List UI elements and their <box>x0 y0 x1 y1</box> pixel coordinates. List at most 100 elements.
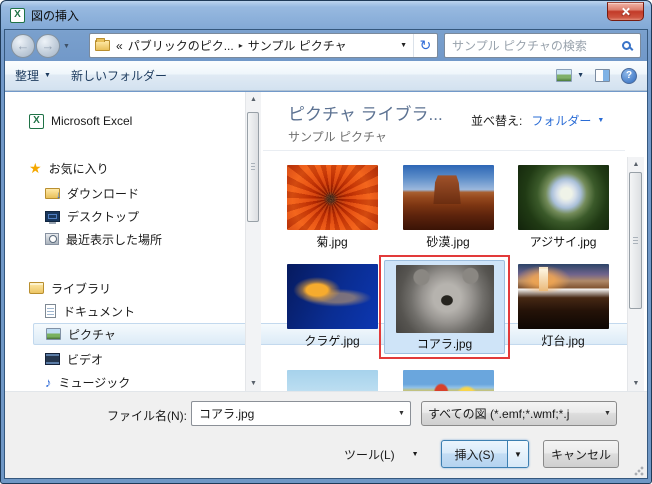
file-name-label: クラゲ.jpg <box>304 334 360 348</box>
search-input[interactable]: サンプル ピクチャの検索 <box>444 33 641 58</box>
views-icon <box>556 69 573 82</box>
combo-dropdown-icon[interactable]: ▼ <box>599 410 616 417</box>
sort-row: 並べ替え: フォルダー ▼ <box>471 112 604 129</box>
thumbnail-desert <box>402 165 494 230</box>
thumbnail-penguins <box>286 370 378 391</box>
file-name-label: アジサイ.jpg <box>529 235 597 249</box>
download-folder-icon <box>45 187 61 201</box>
window-title: 図の挿入 <box>31 9 80 23</box>
new-folder-label: 新しいフォルダー <box>70 69 167 83</box>
document-icon <box>45 304 56 318</box>
music-note-icon <box>45 376 52 389</box>
scroll-up-icon[interactable]: ▲ <box>628 157 644 172</box>
nav-history-chevron-icon[interactable]: ▼ <box>63 43 70 50</box>
views-button[interactable]: ▼ <box>556 69 584 82</box>
scrollbar-thumb[interactable] <box>629 172 642 309</box>
dialog-body: Microsoft Excel お気に入り ダウンロード デスクトップ 最近表示… <box>5 92 647 391</box>
views-caret-icon: ▼ <box>577 72 584 79</box>
sort-label: 並べ替え: <box>471 114 523 128</box>
insert-dropdown-icon[interactable]: ▼ <box>507 441 528 467</box>
close-button[interactable] <box>607 2 644 21</box>
titlebar: 図の挿入 <box>10 5 79 26</box>
search-placeholder: サンプル ピクチャの検索 <box>452 39 587 53</box>
file-item-ajisai[interactable]: アジサイ.jpg <box>507 165 619 250</box>
file-item-toudai[interactable]: 灯台.jpg <box>507 264 619 349</box>
forward-button[interactable]: → <box>36 34 60 58</box>
tools-caret-icon: ▼ <box>411 451 419 458</box>
annotation-rectangle <box>379 255 510 359</box>
cancel-button[interactable]: キャンセル <box>543 440 619 468</box>
dialog-footer: ファイル名(N): コアラ.jpg ▼ すべての図 (*.emf;*.wmf;*… <box>5 391 647 478</box>
file-list-scrollbar[interactable]: ▲ ▼ <box>627 157 644 391</box>
sidebar-item-label: Microsoft Excel <box>51 114 133 128</box>
sort-caret-icon: ▼ <box>597 117 605 124</box>
organize-button[interactable]: 整理 ▼ <box>15 67 51 84</box>
filetype-value: すべての図 (*.emf;*.wmf;*.j <box>428 407 570 421</box>
sidebar-item-label: ライブラリ <box>51 281 112 296</box>
library-title: ピクチャ ライブラ... <box>288 105 443 124</box>
file-item-kurage[interactable]: クラゲ.jpg <box>276 264 388 349</box>
tools-dropdown[interactable]: ツール(L) ▼ <box>344 446 419 463</box>
sort-value: フォルダー <box>531 114 592 128</box>
file-name-label: 灯台.jpg <box>541 334 585 348</box>
sidebar-item-label: ピクチャ <box>68 327 116 342</box>
tools-label: ツール(L) <box>344 448 395 462</box>
recent-places-icon <box>45 233 59 245</box>
help-icon[interactable] <box>621 67 637 84</box>
breadcrumb-overflow[interactable]: « <box>116 39 123 53</box>
sidebar-item-label: 最近表示した場所 <box>66 232 163 247</box>
libraries-icon <box>29 282 44 294</box>
refresh-icon[interactable]: ↻ <box>413 34 437 57</box>
search-icon[interactable] <box>622 41 631 50</box>
address-dropdown-icon[interactable]: ▼ <box>394 42 413 49</box>
sort-by-dropdown[interactable]: フォルダー ▼ <box>531 112 604 129</box>
insert-split-button[interactable]: 挿入(S) ▼ <box>441 440 529 468</box>
insert-picture-dialog: 図の挿入 ← → ▼ « パブリックのピク... サンプル ピクチャ ▼ ↻ サ… <box>0 0 652 484</box>
new-folder-button[interactable]: 新しいフォルダー <box>71 67 167 84</box>
command-toolbar: 整理 ▼ 新しいフォルダー ▼ <box>5 61 647 91</box>
file-item-penguins[interactable] <box>276 370 388 391</box>
preview-pane-icon[interactable] <box>595 69 610 82</box>
file-item-kiku[interactable]: 菊.jpg <box>276 165 388 250</box>
thumbnail-lighthouse <box>517 264 609 329</box>
breadcrumb-current[interactable]: サンプル ピクチャ <box>248 37 347 54</box>
excel-icon <box>29 113 44 129</box>
back-button[interactable]: ← <box>11 34 35 58</box>
sidebar-item-label: デスクトップ <box>67 209 140 224</box>
video-icon <box>45 353 60 365</box>
sidebar-item-label: お気に入り <box>48 161 109 176</box>
thumbnail-jellyfish <box>286 264 378 329</box>
sidebar-item-label: ビデオ <box>67 352 104 367</box>
breadcrumb-separator-icon <box>239 41 243 50</box>
scroll-down-icon[interactable]: ▼ <box>628 376 644 391</box>
address-bar[interactable]: « パブリックのピク... サンプル ピクチャ ▼ ↻ <box>89 33 438 58</box>
thumbnail-hydrangea <box>517 165 609 230</box>
filetype-combobox[interactable]: すべての図 (*.emf;*.wmf;*.j ▼ <box>421 401 617 426</box>
insert-button[interactable]: 挿入(S) <box>442 441 507 467</box>
thumbnail-tulips <box>402 370 494 391</box>
pictures-icon <box>46 328 61 340</box>
filename-label: ファイル名(N): <box>107 409 187 423</box>
resize-grip[interactable] <box>634 466 644 476</box>
file-name-label: 菊.jpg <box>316 235 348 249</box>
combo-dropdown-icon[interactable]: ▼ <box>393 410 410 417</box>
file-list-panel: ピクチャ ライブラ... 並べ替え: フォルダー ▼ サンプル ピクチャ 菊.j… <box>263 92 647 391</box>
sidebar-scrollbar[interactable]: ▲ ▼ <box>245 92 261 391</box>
organize-caret-icon: ▼ <box>44 72 51 79</box>
scroll-down-icon[interactable]: ▼ <box>246 376 261 391</box>
scrollbar-thumb[interactable] <box>247 112 259 222</box>
library-subtitle: サンプル ピクチャ <box>288 130 387 144</box>
desktop-icon <box>45 210 60 224</box>
file-item-tulips[interactable] <box>392 370 504 391</box>
sidebar-item-label: ドキュメント <box>63 304 136 319</box>
close-icon <box>621 7 630 16</box>
breadcrumb-parent[interactable]: パブリックのピク... <box>128 37 234 54</box>
scroll-up-icon[interactable]: ▲ <box>246 92 261 107</box>
star-icon <box>29 161 42 175</box>
sidebar-item-label: ダウンロード <box>67 186 140 201</box>
thumbnail-chrysanthemum <box>286 165 378 230</box>
file-item-sabaku[interactable]: 砂漠.jpg <box>392 165 504 250</box>
folder-icon <box>95 38 110 51</box>
filename-combobox[interactable]: コアラ.jpg ▼ <box>191 401 411 426</box>
file-name-label: 砂漠.jpg <box>426 235 470 249</box>
